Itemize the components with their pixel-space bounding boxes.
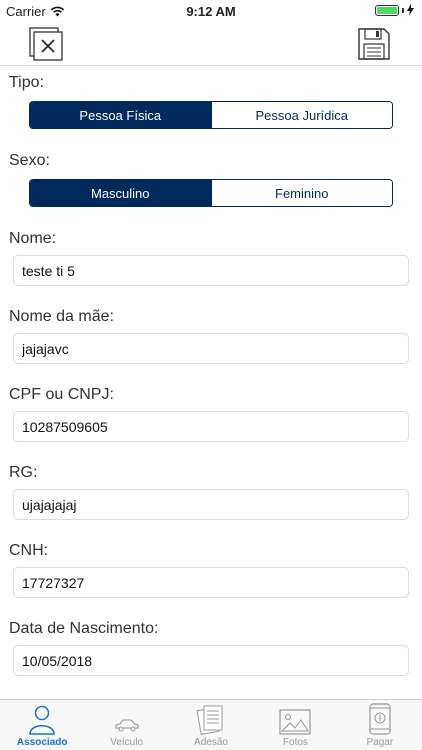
photo-icon	[279, 709, 312, 735]
rg-field[interactable]	[13, 489, 409, 520]
tipo-option-pessoa-juridica[interactable]: Pessoa Jurídica	[210, 102, 392, 128]
tab-label-adesao: Adesão	[194, 737, 228, 748]
nome-label: Nome:	[9, 230, 57, 247]
nome-field[interactable]	[13, 255, 409, 286]
person-icon	[29, 705, 55, 735]
documents-icon	[196, 705, 223, 735]
status-time: 9:12 AM	[186, 4, 236, 19]
cpf-label: CPF ou CNPJ:	[9, 386, 114, 403]
tab-label-fotos: Fotos	[282, 737, 308, 748]
battery-tip	[402, 7, 404, 13]
save-button[interactable]	[356, 26, 392, 62]
nome-mae-field[interactable]	[13, 333, 409, 364]
status-right	[375, 4, 414, 16]
tab-fotos[interactable]: Fotos	[253, 700, 337, 750]
cpf-field[interactable]	[13, 411, 409, 442]
sexo-option-feminino[interactable]: Feminino	[210, 180, 392, 206]
sexo-option-masculino[interactable]: Masculino	[30, 180, 211, 206]
tab-label-veiculo: Veículo	[110, 737, 144, 748]
status-bar: Carrier 9:12 AM	[0, 0, 422, 22]
tab-adesao[interactable]: Adesão	[169, 700, 253, 750]
cnh-label: CNH:	[9, 542, 49, 559]
car-icon	[115, 719, 139, 732]
nome-mae-label: Nome da mãe:	[9, 308, 114, 325]
sexo-label: Sexo:	[9, 152, 50, 169]
close-window-icon	[29, 27, 63, 61]
tab-label-pagar: Pagar	[366, 737, 394, 748]
phone-payment-icon	[369, 703, 391, 735]
tab-veiculo[interactable]: Veículo	[84, 700, 168, 750]
cnh-field[interactable]	[13, 567, 409, 598]
sexo-segmented-control: Masculino Feminino	[29, 179, 393, 207]
tab-associado[interactable]: Associado	[0, 700, 84, 750]
nascimento-field[interactable]	[13, 645, 409, 676]
tab-label-associado: Associado	[16, 737, 68, 748]
tab-bar: Associado Veículo Adesão Fotos Pagar	[0, 699, 422, 750]
nav-bar	[0, 22, 422, 66]
nascimento-label: Data de Nascimento:	[9, 620, 159, 637]
rg-label: RG:	[9, 464, 38, 481]
floppy-disk-icon	[358, 28, 390, 60]
tab-pagar[interactable]: Pagar	[338, 700, 422, 750]
close-button[interactable]	[28, 26, 64, 62]
tipo-option-pessoa-fisica[interactable]: Pessoa Física	[30, 102, 211, 128]
charging-bolt-icon	[407, 4, 414, 16]
tipo-label: Tipo:	[9, 74, 44, 91]
battery-icon	[375, 4, 399, 16]
tipo-segmented-control: Pessoa Física Pessoa Jurídica	[29, 101, 393, 129]
